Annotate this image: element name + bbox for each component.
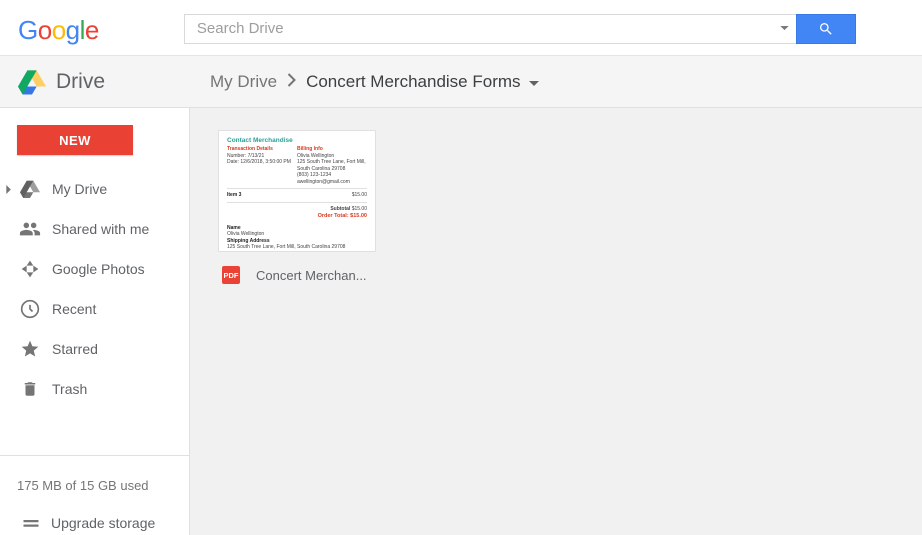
new-button[interactable]: NEW — [17, 125, 133, 155]
breadcrumb-current-label: Concert Merchandise Forms — [306, 72, 520, 92]
breadcrumb-current[interactable]: Concert Merchandise Forms — [306, 72, 538, 92]
header-sub: Drive My Drive Concert Merchandise Forms — [0, 56, 922, 108]
photos-icon — [18, 257, 42, 281]
breadcrumb: My Drive Concert Merchandise Forms — [190, 72, 539, 92]
sidebar-item-recent[interactable]: Recent — [0, 289, 189, 329]
search-button[interactable] — [796, 14, 856, 44]
trash-icon — [18, 377, 42, 401]
google-logo[interactable]: Google — [18, 9, 99, 46]
sidebar-item-photos[interactable]: Google Photos — [0, 249, 189, 289]
upgrade-label: Upgrade storage — [51, 515, 155, 531]
sidebar-item-label: Starred — [52, 341, 98, 357]
storage-section: 175 MB of 15 GB used Upgrade storage — [0, 455, 189, 535]
storage-icon — [19, 511, 43, 535]
clock-icon — [18, 297, 42, 321]
sidebar-item-my-drive[interactable]: My Drive — [0, 169, 189, 209]
expand-icon[interactable] — [2, 185, 16, 194]
star-icon — [18, 337, 42, 361]
file-meta: PDF Concert Merchan... — [218, 252, 376, 284]
sidebar-item-label: Shared with me — [52, 221, 149, 237]
drive-icon — [18, 177, 42, 201]
search-container — [184, 14, 856, 44]
new-button-wrap: NEW — [0, 108, 189, 169]
sidebar-item-starred[interactable]: Starred — [0, 329, 189, 369]
nav-list: My Drive Shared with me Google Photos — [0, 169, 189, 409]
sidebar-item-label: Google Photos — [52, 261, 145, 277]
upgrade-storage-link[interactable]: Upgrade storage — [17, 511, 172, 535]
drive-logo-icon — [18, 69, 46, 95]
sidebar-item-label: Recent — [52, 301, 96, 317]
search-input[interactable] — [184, 14, 774, 44]
file-thumbnail[interactable]: Contact Merchandise Transaction Details … — [218, 130, 376, 252]
caret-down-icon — [780, 26, 789, 31]
sidebar-item-label: Trash — [52, 381, 87, 397]
file-name: Concert Merchan... — [256, 268, 367, 283]
sidebar: NEW My Drive Shared with me — [0, 108, 190, 535]
sidebar-item-label: My Drive — [52, 181, 107, 197]
content-area: Contact Merchandise Transaction Details … — [190, 108, 922, 535]
people-icon — [18, 217, 42, 241]
drive-brand-text: Drive — [56, 70, 105, 94]
search-icon — [818, 21, 834, 37]
caret-down-icon — [529, 72, 539, 92]
main-area: NEW My Drive Shared with me — [0, 108, 922, 535]
chevron-right-icon — [287, 72, 296, 92]
pdf-icon: PDF — [222, 266, 240, 284]
storage-text: 175 MB of 15 GB used — [17, 478, 172, 493]
thumb-title: Contact Merchandise — [227, 137, 367, 145]
sidebar-item-shared[interactable]: Shared with me — [0, 209, 189, 249]
header-top: Google — [0, 0, 922, 56]
sidebar-item-trash[interactable]: Trash — [0, 369, 189, 409]
drive-brand[interactable]: Drive — [0, 69, 190, 95]
search-options-dropdown[interactable] — [774, 14, 796, 44]
file-item[interactable]: Contact Merchandise Transaction Details … — [218, 130, 376, 284]
breadcrumb-parent[interactable]: My Drive — [210, 72, 277, 92]
